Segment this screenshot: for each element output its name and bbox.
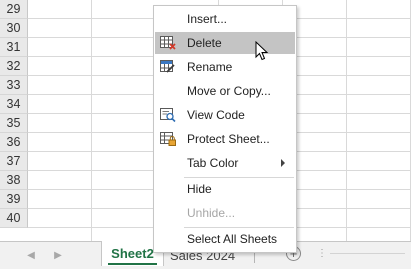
menu-item-label: Protect Sheet... [187,132,270,146]
menu-item-rename[interactable]: Rename [155,56,295,78]
menu-item-label: View Code [187,108,245,122]
scroll-tabs-left-icon[interactable]: ◀ [24,248,38,262]
menu-item-unhide[interactable]: Unhide... [155,202,295,224]
menu-item-insert[interactable]: Insert... [155,8,295,30]
protect-sheet-icon [159,131,177,147]
menu-item-label: Delete [187,36,222,50]
row-header-33[interactable]: 33 [0,76,28,95]
row-header-32[interactable]: 32 [0,57,28,76]
row-header-36[interactable]: 36 [0,133,28,152]
menu-item-tab-color[interactable]: Tab Color [155,152,295,174]
mouse-pointer-icon [255,41,269,61]
menu-item-view-code[interactable]: View Code [155,104,295,126]
menu-item-label: Insert... [187,12,228,26]
scroll-tabs-right-icon[interactable]: ▶ [51,248,65,262]
row-header-39[interactable]: 39 [0,190,28,209]
gridline [91,0,92,241]
row-header-30[interactable]: 30 [0,19,28,38]
menu-item-hide[interactable]: Hide [155,178,295,200]
menu-item-label: Unhide... [187,206,236,220]
menu-item-label: Rename [187,60,233,74]
menu-item-delete[interactable]: Delete [155,32,295,54]
menu-item-label: Tab Color [187,156,239,170]
menu-item-select-all-sheets[interactable]: Select All Sheets [155,228,295,250]
menu-item-protect-sheet[interactable]: Protect Sheet... [155,128,295,150]
menu-item-label: Select All Sheets [187,232,278,246]
row-header-40[interactable]: 40 [0,209,28,228]
submenu-arrow-icon [281,159,285,167]
menu-item-label: Hide [187,182,212,196]
row-header-35[interactable]: 35 [0,114,28,133]
row-header-37[interactable]: 37 [0,152,28,171]
sheet-tab-context-menu: Insert... Delete Rename Move or Copy... … [153,5,297,253]
menu-item-move-or-copy[interactable]: Move or Copy... [155,80,295,102]
tab-splitter-handle[interactable]: ⋮ [317,248,327,259]
delete-sheet-icon [159,35,177,51]
view-code-icon [159,107,177,123]
rename-sheet-icon [159,59,177,75]
horizontal-scrollbar[interactable] [330,253,405,254]
menu-item-label: Move or Copy... [187,84,271,98]
row-header-31[interactable]: 31 [0,38,28,57]
row-header-38[interactable]: 38 [0,171,28,190]
row-header-29[interactable]: 29 [0,0,28,19]
row-header-34[interactable]: 34 [0,95,28,114]
gridline [346,0,347,241]
